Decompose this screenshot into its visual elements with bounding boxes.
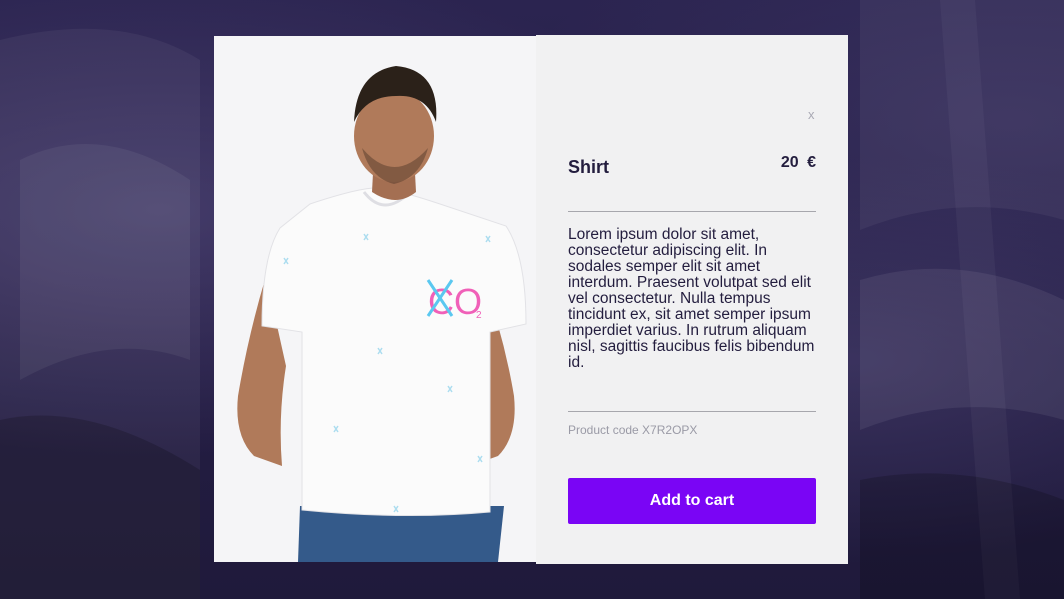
add-to-cart-button[interactable]: Add to cart [568, 478, 816, 524]
product-title: Shirt [568, 157, 610, 177]
close-icon[interactable]: x [808, 107, 815, 122]
divider [568, 211, 816, 212]
shirt-print-subscript: 2 [476, 310, 482, 321]
product-details-panel: x Shirt 20 € Lorem ipsum dolor sit amet,… [536, 35, 848, 564]
product-photo: CO 2 [214, 36, 536, 562]
divider [568, 411, 816, 412]
product-description: Lorem ipsum dolor sit amet, consectetur … [568, 226, 815, 371]
product-code: Product code X7R2OPX [568, 423, 698, 437]
product-price: 20 € [780, 154, 816, 171]
product-image-panel: CO 2 [214, 36, 536, 562]
